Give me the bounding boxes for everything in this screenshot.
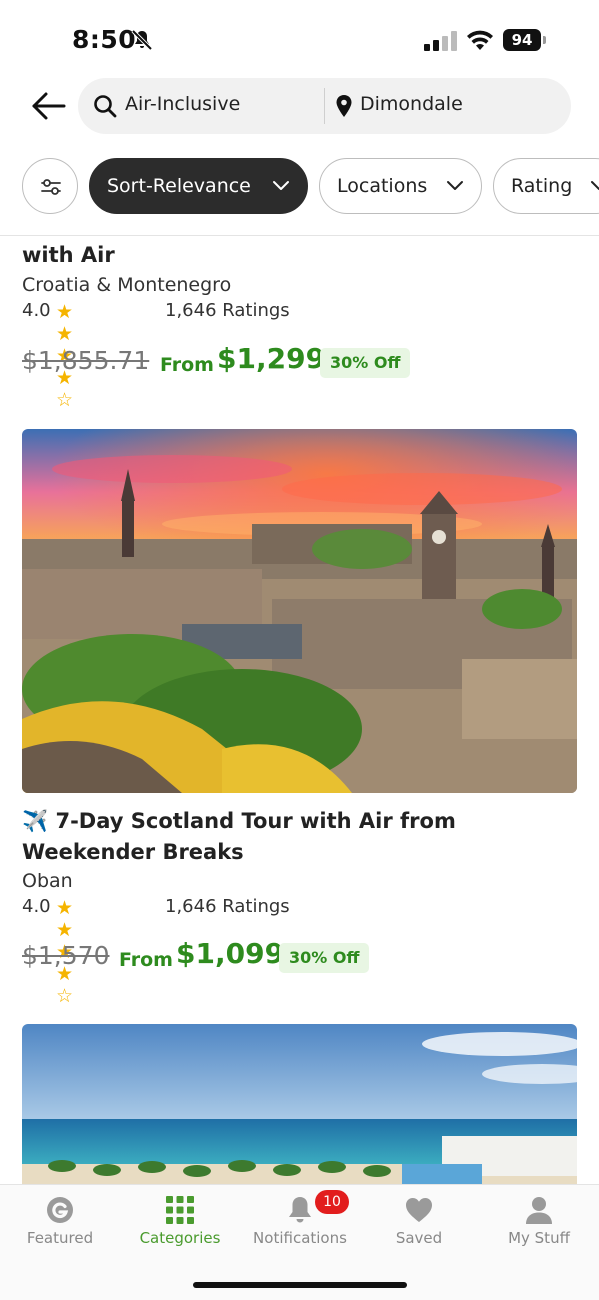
card-location: Oban bbox=[22, 870, 73, 892]
chevron-down-icon bbox=[273, 181, 289, 190]
tour-image-beach[interactable] bbox=[22, 1024, 577, 1184]
wifi-icon bbox=[467, 30, 493, 50]
search-bar[interactable]: Air-Inclusive Dimondale bbox=[78, 78, 571, 134]
price-row: $1,855.71 From $1,299 30% Off bbox=[22, 342, 582, 382]
tab-label: Saved bbox=[395, 1229, 443, 1247]
card-title[interactable]: ✈️ 7-Day Scotland Tour with Air from Wee… bbox=[22, 806, 582, 868]
back-arrow-icon[interactable] bbox=[28, 88, 68, 124]
user-icon bbox=[526, 1197, 552, 1224]
discount-badge: 30% Off bbox=[279, 943, 370, 973]
bell-muted-icon bbox=[131, 29, 153, 51]
tour-feed[interactable]: with Air Croatia & Montenegro 4.0 ★★★★☆ … bbox=[0, 236, 599, 1184]
tab-categories[interactable]: Categories bbox=[120, 1185, 240, 1265]
rating-value: 4.0 bbox=[22, 300, 51, 321]
sale-price: $1,299 bbox=[217, 342, 326, 375]
rating-value: 4.0 bbox=[22, 896, 51, 917]
tab-label: My Stuff bbox=[508, 1229, 570, 1247]
filter-row: Sort-Relevance Locations Rating bbox=[0, 158, 599, 215]
tab-label: Notifications bbox=[253, 1229, 347, 1247]
search-location[interactable]: Dimondale bbox=[360, 93, 463, 115]
heart-icon bbox=[406, 1198, 432, 1222]
status-time: 8:50 bbox=[72, 25, 137, 54]
ratings-count: 1,646 Ratings bbox=[165, 896, 290, 917]
battery-cap bbox=[543, 36, 546, 44]
ratings-count: 1,646 Ratings bbox=[165, 300, 290, 321]
original-price: $1,855.71 bbox=[22, 346, 150, 375]
tab-label: Categories bbox=[139, 1229, 221, 1247]
sort-chip-label: Sort-Relevance bbox=[107, 175, 251, 197]
star-icon: ★ bbox=[56, 301, 74, 323]
chevron-down-icon bbox=[591, 181, 599, 190]
search-divider bbox=[324, 88, 325, 124]
rating-chip[interactable]: Rating bbox=[493, 158, 599, 214]
rating-chip-label: Rating bbox=[511, 175, 573, 197]
tour-image-edinburgh[interactable] bbox=[22, 429, 577, 793]
card-title[interactable]: with Air bbox=[22, 240, 582, 271]
chevron-down-icon bbox=[447, 181, 463, 190]
bell-icon bbox=[289, 1197, 311, 1223]
status-bar: 8:50 94 bbox=[0, 0, 599, 72]
tab-featured[interactable]: Featured bbox=[0, 1185, 120, 1265]
sliders-icon bbox=[41, 179, 61, 195]
beach-image bbox=[22, 1024, 577, 1184]
battery-indicator: 94 bbox=[503, 29, 547, 51]
sort-chip[interactable]: Sort-Relevance bbox=[89, 158, 308, 214]
locations-chip[interactable]: Locations bbox=[319, 158, 482, 214]
battery-level: 94 bbox=[503, 29, 541, 51]
locations-chip-label: Locations bbox=[337, 175, 428, 197]
discount-badge: 30% Off bbox=[320, 348, 411, 378]
grid-icon bbox=[166, 1196, 194, 1224]
signal-icon bbox=[424, 31, 457, 51]
from-label: From bbox=[160, 354, 214, 376]
search-icon bbox=[94, 95, 117, 118]
notification-count-badge: 10 bbox=[315, 1190, 349, 1214]
card-location: Croatia & Montenegro bbox=[22, 274, 232, 296]
original-price: $1,570 bbox=[22, 941, 110, 970]
star-outline-icon: ☆ bbox=[56, 389, 74, 411]
home-indicator bbox=[193, 1282, 407, 1288]
star-icon: ★ bbox=[56, 897, 74, 919]
price-row: $1,570 From $1,099 30% Off bbox=[22, 937, 582, 977]
from-label: From bbox=[119, 949, 173, 971]
sale-price: $1,099 bbox=[176, 937, 285, 970]
g-logo-icon bbox=[47, 1197, 73, 1223]
star-outline-icon: ☆ bbox=[56, 985, 74, 1007]
tab-label: Featured bbox=[26, 1229, 94, 1247]
tab-saved[interactable]: Saved bbox=[359, 1185, 479, 1265]
location-pin-icon bbox=[336, 95, 352, 117]
edinburgh-skyline-image bbox=[22, 429, 577, 793]
search-query[interactable]: Air-Inclusive bbox=[125, 93, 240, 115]
tab-my-stuff[interactable]: My Stuff bbox=[479, 1185, 599, 1265]
search-row: Air-Inclusive Dimondale bbox=[0, 78, 599, 134]
filter-settings-button[interactable] bbox=[22, 158, 78, 214]
